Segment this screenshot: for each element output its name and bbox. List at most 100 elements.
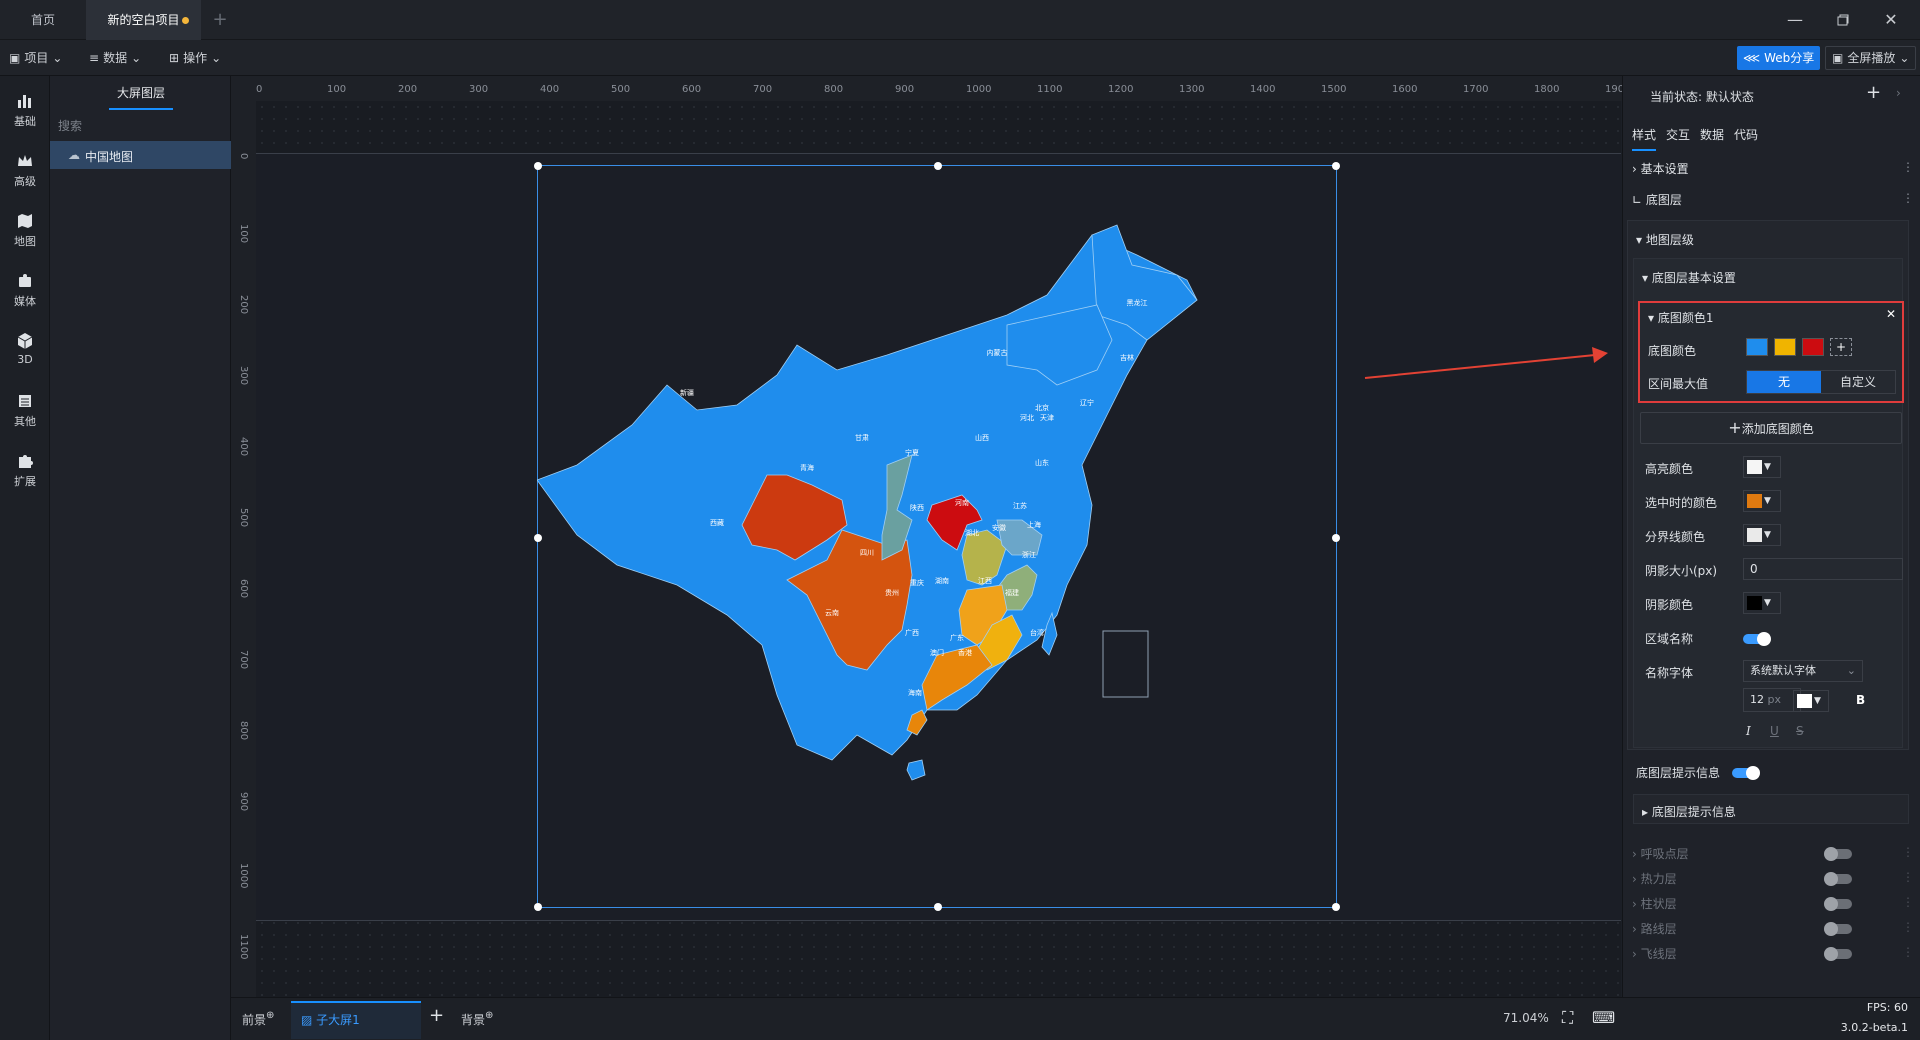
font-color-picker[interactable]: ▼ xyxy=(1793,690,1829,712)
tab-data[interactable]: 数据 xyxy=(1700,126,1724,151)
tab-home[interactable]: 首页 xyxy=(0,0,86,40)
sidebar-item-other[interactable]: 其他 xyxy=(0,384,50,440)
operate-menu-button[interactable]: ⊞ 操作 ⌄ xyxy=(169,46,221,70)
strikethrough-icon[interactable]: S xyxy=(1796,724,1804,738)
fullscreen-play-button[interactable]: ▣ 全屏播放 ⌄ xyxy=(1825,46,1917,70)
extra-layer-toggle[interactable] xyxy=(1824,897,1852,911)
province-label: 贵州 xyxy=(885,588,899,597)
sidebar-item-advanced[interactable]: 高级 xyxy=(0,144,50,200)
region-name-toggle[interactable] xyxy=(1743,632,1771,646)
more-icon[interactable]: ⋮ xyxy=(1902,845,1914,859)
web-share-button[interactable]: ⋘ Web分享 xyxy=(1737,46,1821,70)
extra-layer-row[interactable]: › 呼吸点层 ⋮ xyxy=(1632,843,1914,865)
sidebar-item-extend[interactable]: 扩展 xyxy=(0,444,50,500)
underline-icon[interactable]: U xyxy=(1770,724,1779,738)
background-tab[interactable]: 背景⊕ xyxy=(461,1010,493,1028)
more-icon[interactable]: ⋮ xyxy=(1902,870,1914,884)
add-base-color-button[interactable]: +添加底图颜色 xyxy=(1640,412,1902,444)
keyboard-icon[interactable]: ⌨ xyxy=(1592,1008,1615,1027)
extra-layer-row[interactable]: › 热力层 ⋮ xyxy=(1632,868,1914,890)
color-swatch-yellow[interactable] xyxy=(1774,338,1796,356)
extra-layer-toggle[interactable] xyxy=(1824,847,1852,861)
layer-search-input[interactable]: 搜索 xyxy=(58,117,82,134)
ruler-y-label: 500 xyxy=(238,508,249,528)
data-menu-button[interactable]: ≡ 数据 ⌄ xyxy=(89,46,141,70)
more-icon[interactable]: ⋮ xyxy=(1902,895,1914,909)
add-state-icon[interactable]: + xyxy=(1866,82,1881,103)
ruler-y-label: 200 xyxy=(238,295,249,315)
sidebar-item-map[interactable]: 地图 xyxy=(0,204,50,260)
italic-icon[interactable]: I xyxy=(1746,724,1751,738)
tab-style[interactable]: 样式 xyxy=(1632,126,1657,151)
base-basic-header[interactable]: ▾ 底图层基本设置 xyxy=(1642,269,1736,286)
close-window-icon[interactable]: ✕ xyxy=(1879,8,1903,32)
ruler-x-label: 300 xyxy=(469,84,489,95)
add-swatch-button[interactable]: + xyxy=(1830,338,1852,356)
province-label: 黑龙江 xyxy=(1127,298,1148,307)
tab-project[interactable]: 新的空白项目 xyxy=(86,0,201,40)
border-color-picker[interactable]: ▼ xyxy=(1743,524,1781,546)
add-circle-icon[interactable]: ⊕ xyxy=(485,1010,493,1021)
bold-icon[interactable]: B xyxy=(1856,693,1865,707)
extra-layer-label: 呼吸点层 xyxy=(1640,847,1689,861)
ruler-x-label: 1300 xyxy=(1179,84,1205,95)
province-label: 澳门 xyxy=(930,648,944,657)
color-swatch-blue[interactable] xyxy=(1746,338,1768,356)
base-layer-section[interactable]: ∟ 底图层 xyxy=(1632,191,1682,208)
selected-color-picker[interactable]: ▼ xyxy=(1743,490,1781,512)
province-label: 香港 xyxy=(958,648,972,657)
sidebar-item-3d[interactable]: 3D xyxy=(0,324,50,380)
extra-layer-toggle[interactable] xyxy=(1824,947,1852,961)
add-tab-button[interactable]: + xyxy=(206,0,234,40)
more-icon[interactable]: ⋮ xyxy=(1902,945,1914,959)
extra-layer-row[interactable]: › 柱状层 ⋮ xyxy=(1632,893,1914,915)
tab-code[interactable]: 代码 xyxy=(1734,126,1758,151)
tip-section[interactable]: ▸ 底图层提示信息 xyxy=(1633,794,1909,824)
layer-item-china-map[interactable]: ☁ 中国地图 xyxy=(50,141,231,169)
extra-layer-row[interactable]: › 飞线层 ⋮ xyxy=(1632,943,1914,965)
tab-interaction[interactable]: 交互 xyxy=(1666,126,1690,151)
map-level-header[interactable]: ▾ 地图层级 xyxy=(1636,231,1694,248)
font-family-value: 系统默认字体 xyxy=(1750,664,1816,677)
sidebar-item-label: 媒体 xyxy=(14,295,36,308)
extra-layer-toggle[interactable] xyxy=(1824,922,1852,936)
editor-canvas[interactable]: 黑龙江 吉林 辽宁 内蒙古 北京 天津 河北 山西 山东 宁夏 甘肃 青海 新疆 西藏 四川 重庆 陕西 河南 湖北… xyxy=(256,101,1621,997)
list-icon xyxy=(19,395,31,407)
cube-icon xyxy=(17,333,33,349)
basic-settings-section[interactable]: › 基本设置 xyxy=(1632,160,1689,177)
add-circle-icon[interactable]: ⊕ xyxy=(266,1010,274,1021)
operate-menu-label: 操作 xyxy=(183,51,208,65)
range-option-custom[interactable]: 自定义 xyxy=(1821,371,1895,393)
tip-toggle[interactable] xyxy=(1732,766,1760,780)
close-icon[interactable]: ✕ xyxy=(1886,307,1896,321)
ruler-y-label: 400 xyxy=(238,437,249,457)
add-screen-button[interactable]: + xyxy=(429,1005,444,1026)
color-group-header[interactable]: ▾ 底图颜色1 xyxy=(1648,309,1713,326)
highlight-color-picker[interactable]: ▼ xyxy=(1743,456,1781,478)
shadow-color-picker[interactable]: ▼ xyxy=(1743,592,1781,614)
restore-icon[interactable] xyxy=(1831,8,1855,32)
sub-screen-tab[interactable]: ▨ 子大屏1 xyxy=(291,1001,421,1039)
color-swatch-red[interactable] xyxy=(1802,338,1824,356)
fit-screen-icon[interactable]: ⛶ xyxy=(1562,1008,1573,1028)
extra-layer-row[interactable]: › 路线层 ⋮ xyxy=(1632,918,1914,940)
sidebar-item-basic[interactable]: 基础 xyxy=(0,84,50,140)
project-menu-button[interactable]: ▣ 项目 ⌄ xyxy=(9,46,62,70)
china-map[interactable]: 黑龙江吉林辽宁 内蒙古北京天津河北山西山东 宁夏 甘肃青海 新疆西藏四川重庆 陕西 河南湖北… xyxy=(537,165,1337,908)
ruler-x-label: 900 xyxy=(895,84,915,95)
more-icon[interactable]: ⋮ xyxy=(1902,920,1914,934)
font-family-select[interactable]: 系统默认字体 ⌄ xyxy=(1743,660,1863,682)
sidebar-item-media[interactable]: 媒体 xyxy=(0,264,50,320)
tip-section-label: 底图层提示信息 xyxy=(1651,805,1736,819)
more-icon[interactable]: ⋮ xyxy=(1902,191,1914,205)
map-layer-icon: ☁ xyxy=(68,148,80,162)
tab-project-label: 新的空白项目 xyxy=(107,13,180,27)
more-icon[interactable]: ⋮ xyxy=(1902,160,1914,174)
chevron-right-icon[interactable]: › xyxy=(1896,86,1901,100)
shadow-size-input[interactable]: 0 xyxy=(1743,558,1903,580)
range-option-none[interactable]: 无 xyxy=(1747,371,1821,393)
map-icon xyxy=(18,214,32,228)
foreground-tab[interactable]: 前景⊕ xyxy=(242,1010,274,1028)
minimize-icon[interactable]: — xyxy=(1783,8,1807,32)
extra-layer-toggle[interactable] xyxy=(1824,872,1852,886)
